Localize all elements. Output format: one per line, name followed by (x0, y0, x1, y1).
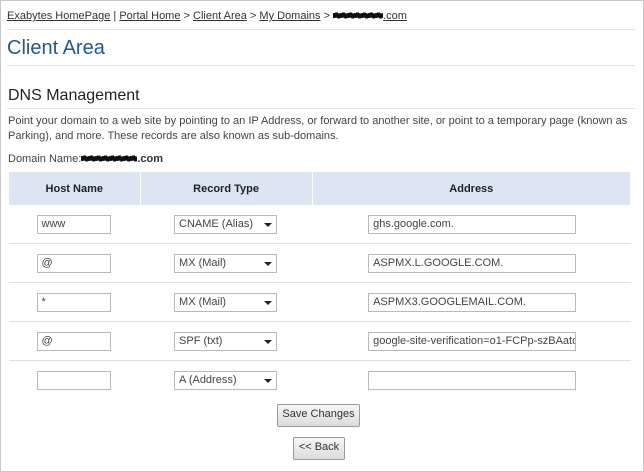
back-button[interactable]: << Back (293, 437, 345, 460)
domain-name-value: .com (81, 153, 163, 165)
breadcrumb-domain-suffix: .com (383, 10, 407, 22)
page-frame: Exabytes HomePage | Portal Home > Client… (0, 0, 644, 472)
breadcrumb-client-area[interactable]: Client Area (193, 10, 247, 22)
record-type-value: CNAME (Alias) (179, 217, 253, 230)
redacted-mark-icon (333, 11, 384, 20)
host-name-input[interactable]: * (36, 292, 111, 312)
save-changes-button[interactable]: Save Changes (277, 404, 360, 427)
table-row: @ SPF (txt) google-site-verification=o1-… (8, 321, 631, 361)
table-header-row: Host Name Record Type Address (8, 172, 632, 205)
column-header-record-type: Record Type (139, 172, 313, 205)
divider (7, 65, 635, 66)
divider (7, 29, 635, 30)
dropdown-arrow-icon (264, 378, 273, 383)
breadcrumb: Exabytes HomePage | Portal Home > Client… (7, 10, 407, 22)
record-type-value: A (Address) (179, 373, 237, 386)
domain-name-suffix: .com (137, 153, 164, 165)
dropdown-arrow-icon (264, 261, 273, 266)
record-type-select[interactable]: CNAME (Alias) (174, 214, 278, 234)
domain-name-line: Domain Name: .com (8, 153, 163, 165)
breadcrumb-portal-home[interactable]: Portal Home (119, 10, 180, 22)
domain-name-label: Domain Name: (8, 153, 82, 165)
address-input[interactable]: ASPMX.L.GOOGLE.COM. (368, 253, 577, 273)
breadcrumb-separator: > (183, 10, 190, 22)
section-title: DNS Management (8, 87, 140, 104)
record-type-value: MX (Mail) (179, 256, 227, 269)
breadcrumb-current-domain[interactable]: .com (333, 10, 407, 22)
host-name-input[interactable]: www (36, 214, 111, 234)
record-type-select[interactable]: SPF (txt) (174, 331, 278, 351)
record-type-select[interactable]: MX (Mail) (174, 292, 278, 312)
dns-records-table: Host Name Record Type Address www CNAME … (8, 172, 632, 400)
table-row: www CNAME (Alias) ghs.google.com. (8, 205, 631, 244)
record-type-select[interactable]: A (Address) (174, 370, 278, 390)
dropdown-arrow-icon (264, 300, 273, 305)
host-name-input[interactable] (36, 370, 111, 390)
address-input[interactable]: ASPMX3.GOOGLEMAIL.COM. (368, 292, 577, 312)
column-header-host: Host Name (8, 172, 141, 205)
record-type-value: SPF (txt) (179, 334, 223, 347)
redacted-mark-icon (81, 154, 138, 163)
host-name-input[interactable]: @ (36, 331, 111, 351)
table-row: * MX (Mail) ASPMX3.GOOGLEMAIL.COM. (8, 282, 631, 322)
table-row: @ MX (Mail) ASPMX.L.GOOGLE.COM. (8, 243, 631, 283)
divider (7, 108, 635, 109)
breadcrumb-separator: > (323, 10, 331, 22)
table-row: A (Address) (9, 361, 631, 400)
breadcrumb-my-domains[interactable]: My Domains (259, 10, 320, 22)
dropdown-arrow-icon (264, 339, 273, 344)
breadcrumb-separator: > (249, 10, 257, 22)
address-input[interactable]: ghs.google.com. (368, 214, 577, 234)
column-header-address: Address (311, 172, 632, 205)
breadcrumb-exabytes-home[interactable]: Exabytes HomePage (7, 10, 110, 22)
record-type-value: MX (Mail) (179, 295, 227, 308)
host-name-input[interactable]: @ (36, 253, 111, 273)
address-input[interactable]: google-site-verification=o1-FCPp-szBAatq (368, 331, 577, 351)
dns-description: Point your domain to a web site by point… (8, 115, 628, 142)
breadcrumb-separator: | (113, 10, 117, 22)
address-input[interactable] (368, 370, 577, 390)
page-title: Client Area (7, 37, 105, 59)
record-type-select[interactable]: MX (Mail) (174, 253, 278, 273)
dropdown-arrow-icon (264, 222, 273, 227)
